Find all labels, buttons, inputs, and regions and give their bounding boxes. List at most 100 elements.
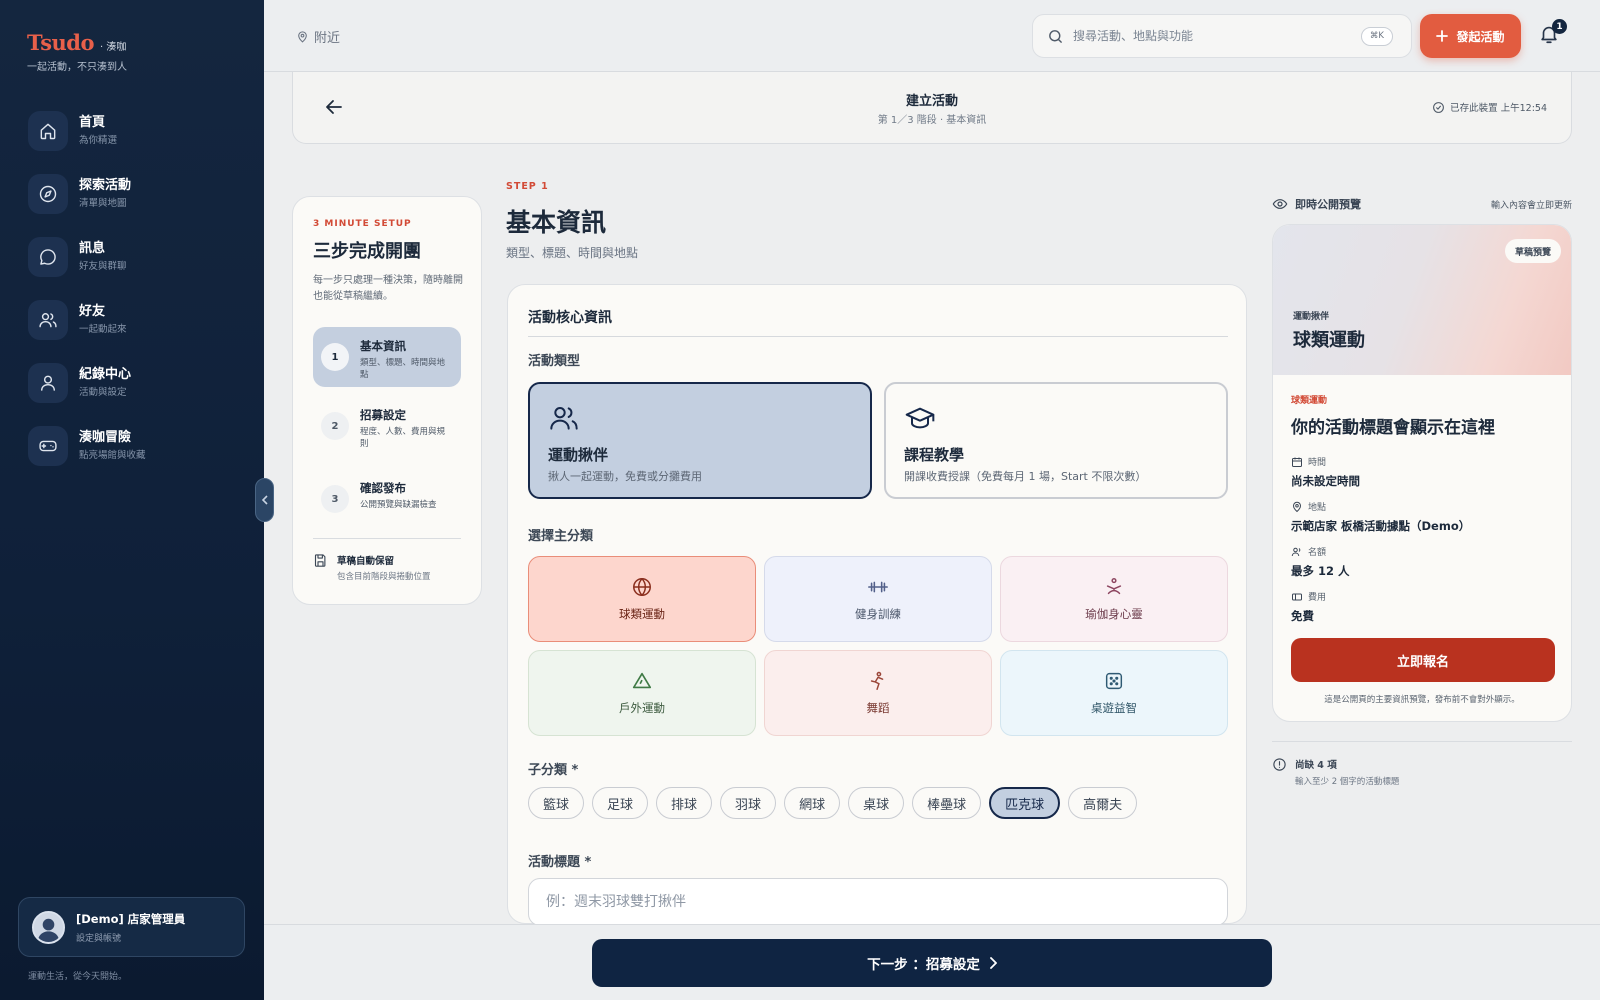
sidebar-item-friends[interactable]: 好友 一起動起來 xyxy=(28,288,248,351)
save-icon xyxy=(314,554,326,567)
preview-category: 球類運動 xyxy=(1291,396,1328,406)
notifications-button[interactable]: 1 xyxy=(1538,19,1567,46)
alert-circle-icon xyxy=(1273,758,1286,771)
steps-title: 三步完成開團 xyxy=(313,241,421,262)
sidebar-item-label: 訊息 xyxy=(79,240,106,256)
category-label: 瑜伽身心靈 xyxy=(1085,607,1143,621)
steps-description: 每一步只處理一種決策，隨時離開也能從草稿繼續。 xyxy=(313,275,463,302)
subcategory-chip[interactable]: 棒壘球 xyxy=(912,787,982,819)
step-recruit-settings[interactable]: 2 招募設定 程度、人數、費用與規則 xyxy=(313,396,461,456)
chevron-right-icon xyxy=(989,957,997,969)
row-label: 名額 xyxy=(1308,548,1327,558)
create-label: 發起活動 xyxy=(1456,29,1505,44)
next-step-button[interactable]: 下一步 ：招募設定 xyxy=(592,939,1272,987)
user-sub: 設定與帳號 xyxy=(76,933,122,944)
search-icon xyxy=(1049,29,1062,43)
subcategory-chip[interactable]: 桌球 xyxy=(848,787,905,819)
sidebar-item-explore[interactable]: 探索活動 清單與地圖 xyxy=(28,162,248,225)
category-fitness[interactable]: 健身訓練 xyxy=(764,556,992,642)
save-status-text: 已存此裝置 上午12:54 xyxy=(1450,103,1547,114)
preview-label: 即時公開預覽 xyxy=(1272,196,1361,212)
people-icon xyxy=(1291,547,1301,556)
avatar xyxy=(32,910,65,944)
brand-name: Tsudo xyxy=(27,30,94,55)
step-sub: 類型、標題、時間與地點 xyxy=(360,358,446,380)
bottom-action-bar: 下一步 ：招募設定 xyxy=(264,924,1600,1000)
sidebar-item-sub: 清單與地圖 xyxy=(79,197,127,209)
sidebar-item-sub: 好友與群聊 xyxy=(79,260,127,272)
brand-logo[interactable]: Tsudo · 湊咖 xyxy=(27,30,126,55)
sidebar-item-sub: 一起動起來 xyxy=(79,323,127,335)
sidebar-item-sub: 點亮場館與收藏 xyxy=(79,449,146,461)
section-subtitle: 類型、標題、時間與地點 xyxy=(506,246,639,260)
row-value: 免費 xyxy=(1291,609,1314,623)
divider xyxy=(1272,741,1572,742)
category-dance[interactable]: 舞蹈 xyxy=(764,650,992,736)
step-confirm-publish[interactable]: 3 確認發布 公開預覽與缺漏檢查 xyxy=(313,469,461,525)
subcategory-chip[interactable]: 高爾夫 xyxy=(1068,787,1138,819)
subcategory-chip[interactable]: 羽球 xyxy=(720,787,777,819)
row-label: 地點 xyxy=(1308,503,1327,513)
create-activity-button[interactable]: 發起活動 xyxy=(1420,14,1521,58)
save-status: 已存此裝置 上午12:54 xyxy=(1432,100,1547,114)
brand-sub: · 湊咖 xyxy=(99,42,127,53)
next-step-label: 下一步 ：招募設定 xyxy=(867,957,980,973)
activity-title-input[interactable] xyxy=(528,878,1228,926)
category-label: 健身訓練 xyxy=(855,607,901,621)
user-account-card[interactable]: [Demo] 店家管理員 設定與帳號 xyxy=(18,897,245,957)
divider xyxy=(313,538,461,539)
sidebar-item-home[interactable]: 首頁 為你精選 xyxy=(28,99,248,162)
preview-row-location: 地點 示範店家 板橋活動據點（Demo） xyxy=(1291,500,1551,534)
page-subtitle: 第 1／3 階段 · 基本資訊 xyxy=(877,115,987,126)
step-title: 確認發布 xyxy=(360,481,406,495)
sidebar-item-adventure[interactable]: 湊咖冒險 點亮場館與收藏 xyxy=(28,414,248,477)
mountain-icon xyxy=(632,672,652,689)
type-option-sports-buddy[interactable]: 運動揪伴 揪人一起運動，免費或分攤費用 xyxy=(528,382,872,499)
sidebar-collapse-button[interactable] xyxy=(255,478,274,522)
row-label: 時間 xyxy=(1308,458,1327,468)
category-label: 球類運動 xyxy=(619,607,665,621)
message-icon xyxy=(28,236,68,277)
autosave-note: 草稿自動保留 包含目前階段與捲動位置 xyxy=(313,553,431,582)
step-eyebrow: STEP 1 xyxy=(506,181,549,192)
draft-badge: 草稿預覽 xyxy=(1504,239,1561,263)
type-option-course[interactable]: 課程教學 開課收費授課（免費每月 1 場，Start 不限次數） xyxy=(884,382,1228,499)
preview-row-capacity: 名額 最多 12 人 xyxy=(1291,545,1551,579)
activity-form-card: 活動核心資訊 活動類型 運動揪伴 揪人一起運動，免費或分攤費用 課程教學 開課收… xyxy=(507,284,1247,926)
subcategory-chip[interactable]: 排球 xyxy=(656,787,713,819)
category-outdoor[interactable]: 戶外運動 xyxy=(528,650,756,736)
search-bar[interactable]: ⌘K xyxy=(1032,14,1412,58)
sidebar-item-label: 紀錄中心 xyxy=(79,366,132,382)
subcategory-chip[interactable]: 籃球 xyxy=(528,787,585,819)
category-ball-sports[interactable]: 球類運動 xyxy=(528,556,756,642)
register-button[interactable]: 立即報名 xyxy=(1291,638,1555,682)
dice-icon xyxy=(1105,672,1123,690)
calendar-icon xyxy=(1292,457,1302,467)
search-input[interactable] xyxy=(1073,29,1353,43)
subcategory-chip[interactable]: 足球 xyxy=(592,787,649,819)
ball-icon xyxy=(633,578,651,596)
sidebar-item-records[interactable]: 紀錄中心 活動與設定 xyxy=(28,351,248,414)
graduation-cap-icon xyxy=(905,407,935,429)
subcategory-chip-selected[interactable]: 匹克球 xyxy=(989,787,1061,819)
category-yoga[interactable]: 瑜伽身心靈 xyxy=(1000,556,1228,642)
shortcut-badge: ⌘K xyxy=(1360,27,1393,46)
preview-row-time: 時間 尚未設定時間 xyxy=(1291,455,1551,489)
step-number: 2 xyxy=(321,412,349,440)
preview-title: 你的活動標題會顯示在這裡 xyxy=(1291,418,1495,438)
type-sub: 揪人一起運動，免費或分攤費用 xyxy=(548,470,702,483)
topbar: 附近 ⌘K 發起活動 1 xyxy=(264,0,1600,72)
notification-count: 1 xyxy=(1552,19,1567,34)
subcategory-chip[interactable]: 網球 xyxy=(784,787,841,819)
sidebar-nav: 首頁 為你精選 探索活動 清單與地圖 訊息好友與群聊 好友 一起動起來 紀錄中心活動與… xyxy=(28,99,248,477)
sidebar-item-sub: 活動與設定 xyxy=(79,386,127,398)
category-board-games[interactable]: 桌遊益智 xyxy=(1000,650,1228,736)
nearby-location[interactable]: 附近 xyxy=(296,27,340,46)
category-label: 戶外運動 xyxy=(619,701,665,715)
page-title: 建立活動 xyxy=(905,94,958,109)
activity-title-label: 活動標題 * xyxy=(528,855,592,870)
brand-tagline: 一起活動，不只湊到人 xyxy=(27,62,127,73)
preview-label-text: 即時公開預覽 xyxy=(1295,198,1361,211)
step-basic-info[interactable]: 1 基本資訊 類型、標題、時間與地點 xyxy=(313,327,461,387)
sidebar-item-messages[interactable]: 訊息 好友與群聊 xyxy=(28,225,248,288)
